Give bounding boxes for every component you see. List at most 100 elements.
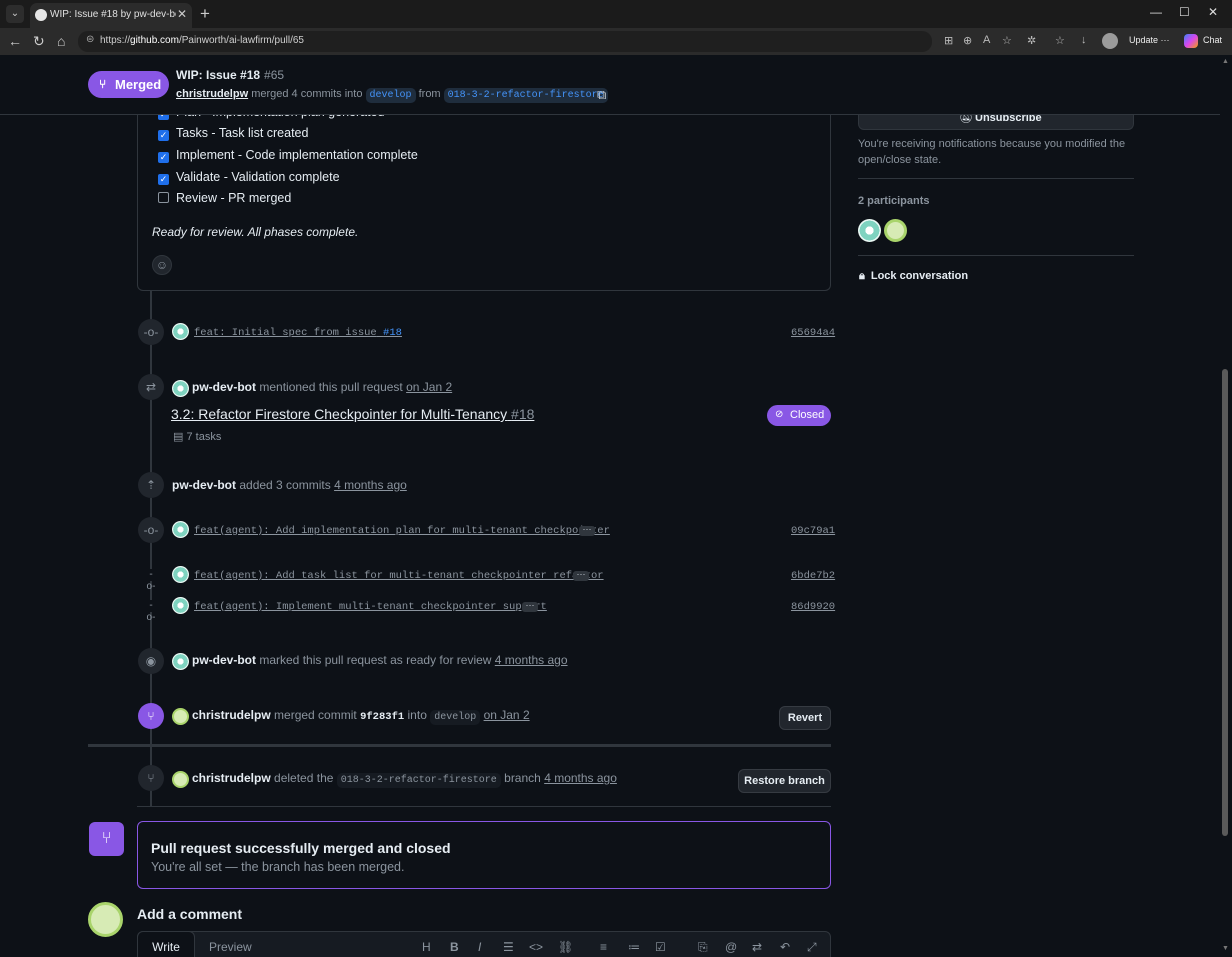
checkbox-checked[interactable]: ✓ <box>158 174 169 185</box>
task-list-icon: ▤ <box>173 431 184 443</box>
task-list-icon[interactable]: ☑ <box>655 940 666 954</box>
copilot-chat-button[interactable]: Chat <box>1184 33 1228 49</box>
referenced-issue-link[interactable]: 3.2: Refactor Firestore Checkpointer for… <box>171 406 534 422</box>
section-divider <box>137 806 831 807</box>
participant-avatar[interactable] <box>858 219 881 242</box>
expand-commit-button[interactable]: ··· <box>579 525 595 536</box>
heading-icon[interactable]: H <box>422 940 431 954</box>
expand-commit-button[interactable]: ··· <box>522 601 538 612</box>
checkbox-checked[interactable]: ✓ <box>158 130 169 141</box>
saved-replies-icon[interactable]: ↶ <box>780 940 790 954</box>
add-reaction-smiley-icon[interactable]: ☺ <box>152 255 172 275</box>
actor-link[interactable]: pw-dev-bot <box>192 380 256 394</box>
tab-close-icon[interactable]: ✕ <box>177 7 187 21</box>
italic-icon[interactable]: I <box>478 940 481 954</box>
bulleted-list-icon[interactable]: ≔ <box>628 940 640 954</box>
new-tab-icon[interactable]: + <box>200 4 210 24</box>
copy-icon[interactable]: ⧉ <box>597 87 606 103</box>
timestamp-link[interactable]: 4 months ago <box>334 478 407 492</box>
add-comment-heading: Add a comment <box>137 906 243 922</box>
commit-sha[interactable]: 65694a4 <box>791 327 835 339</box>
actor-link[interactable]: christrudelpw <box>192 708 271 722</box>
timestamp-link[interactable]: on Jan 2 <box>484 708 530 722</box>
timestamp-link[interactable]: on Jan 2 <box>406 380 452 394</box>
avatar[interactable] <box>172 380 189 397</box>
actor-link[interactable]: pw-dev-bot <box>192 653 256 667</box>
lock-icon: 🔒︎ <box>859 270 865 282</box>
current-user-avatar[interactable] <box>88 902 123 937</box>
timestamp-link[interactable]: 4 months ago <box>544 771 617 785</box>
home-icon[interactable]: ⌂ <box>57 33 65 49</box>
scroll-thumb[interactable] <box>1222 369 1228 836</box>
commit-sha[interactable]: 86d9920 <box>791 601 835 613</box>
tab-actions-menu-icon[interactable]: ⌄ <box>6 5 24 23</box>
read-aloud-icon[interactable]: A <box>983 34 990 46</box>
profile-avatar[interactable] <box>1102 33 1118 49</box>
attach-icon[interactable]: ⎘ <box>698 940 708 955</box>
window-close-icon[interactable]: ✕ <box>1208 5 1218 19</box>
sticky-pr-header: ⑂ Merged WIP: Issue #18 #65 christrudelpw … <box>0 55 1220 115</box>
lock-conversation-link[interactable]: 🔒︎ Lock conversation <box>859 270 968 283</box>
code-icon[interactable]: <> <box>529 940 543 954</box>
avatar[interactable] <box>172 771 189 788</box>
head-branch-label[interactable]: 018-3-2-refactor-firestore <box>443 88 608 103</box>
restore-branch-button[interactable]: Restore branch <box>738 769 831 793</box>
link-icon[interactable]: ⛓ <box>558 940 573 954</box>
fullscreen-icon[interactable]: ⤢ <box>807 940 817 955</box>
branch-label[interactable]: 018-3-2-refactor-firestore <box>336 773 501 788</box>
extensions-icon[interactable]: ✲ <box>1027 34 1036 47</box>
merge-commit-sha[interactable]: 9f283f1 <box>360 711 404 723</box>
minimize-icon[interactable]: — <box>1150 5 1162 19</box>
timestamp-link[interactable]: 4 months ago <box>495 653 568 667</box>
url-field[interactable]: ⊜ https://github.com/Painworth/ai-lawfir… <box>78 31 932 52</box>
write-tab[interactable]: Write <box>137 931 195 957</box>
commit-message[interactable]: feat(agent): Add task list for multi-ten… <box>194 570 604 582</box>
revert-button[interactable]: Revert <box>779 706 831 730</box>
commit-sha[interactable]: 6bde7b2 <box>791 570 835 582</box>
numbered-list-icon[interactable]: ≡ <box>600 940 607 954</box>
avatar[interactable] <box>172 323 189 340</box>
site-info-icon[interactable]: ⊜ <box>86 34 94 45</box>
commit-message[interactable]: feat: Initial spec from issue #18 <box>194 327 402 339</box>
update-button[interactable]: Update ··· <box>1129 35 1170 45</box>
branch-label[interactable]: develop <box>430 710 481 725</box>
mention-icon[interactable]: @ <box>725 940 737 954</box>
avatar[interactable] <box>172 653 189 670</box>
quote-icon[interactable]: ☰ <box>503 940 514 954</box>
favorite-star-icon[interactable]: ☆ <box>1002 34 1012 47</box>
merged-event: christrudelpw merged commit 9f283f1 into… <box>192 708 530 725</box>
participant-avatar[interactable] <box>884 219 907 242</box>
url-text: https://github.com/Painworth/ai-lawfirm/… <box>100 35 304 46</box>
actor-link[interactable]: christrudelpw <box>192 771 271 785</box>
favorites-icon[interactable]: ☆ <box>1055 34 1065 47</box>
base-branch-label[interactable]: develop <box>365 88 416 103</box>
zoom-icon[interactable]: ⊕ <box>963 34 972 47</box>
expand-commit-button[interactable]: ··· <box>573 570 589 581</box>
cross-reference-icon[interactable]: ⇄ <box>752 940 762 954</box>
actor-link[interactable]: pw-dev-bot <box>172 478 236 492</box>
ready-note: Ready for review. All phases complete. <box>152 225 359 239</box>
pr-title: WIP: Issue #18 #65 <box>176 68 285 82</box>
avatar[interactable] <box>172 708 189 725</box>
page-scrollbar[interactable]: ▲ ▼ <box>1220 55 1232 957</box>
avatar[interactable] <box>172 597 189 614</box>
preview-tab[interactable]: Preview <box>209 940 252 954</box>
merge-status-subtitle: You're all set — the branch has been mer… <box>151 860 405 874</box>
merge-status-title: Pull request successfully merged and clo… <box>151 840 451 856</box>
copilot-icon <box>1184 34 1198 48</box>
commit-message[interactable]: feat(agent): Implement multi-tenant chec… <box>194 601 547 613</box>
maximize-icon[interactable]: ☐ <box>1179 5 1190 19</box>
commit-message[interactable]: feat(agent): Add implementation plan for… <box>194 525 610 537</box>
checkbox-checked[interactable]: ✓ <box>158 152 169 163</box>
app-available-icon[interactable]: ⊞ <box>944 34 953 47</box>
commit-sha[interactable]: 09c79a1 <box>791 525 835 537</box>
checkbox-unchecked[interactable] <box>158 192 169 203</box>
downloads-icon[interactable]: ↓ <box>1081 34 1087 46</box>
avatar[interactable] <box>172 521 189 538</box>
refresh-icon[interactable]: ↻ <box>33 33 45 50</box>
back-icon[interactable]: ← <box>8 33 22 49</box>
bold-icon[interactable]: B <box>450 940 459 954</box>
avatar[interactable] <box>172 566 189 583</box>
browser-tab[interactable]: WIP: Issue #18 by pw-dev-bot · Pull Requ… <box>30 3 192 28</box>
author-link[interactable]: christrudelpw <box>176 88 248 100</box>
